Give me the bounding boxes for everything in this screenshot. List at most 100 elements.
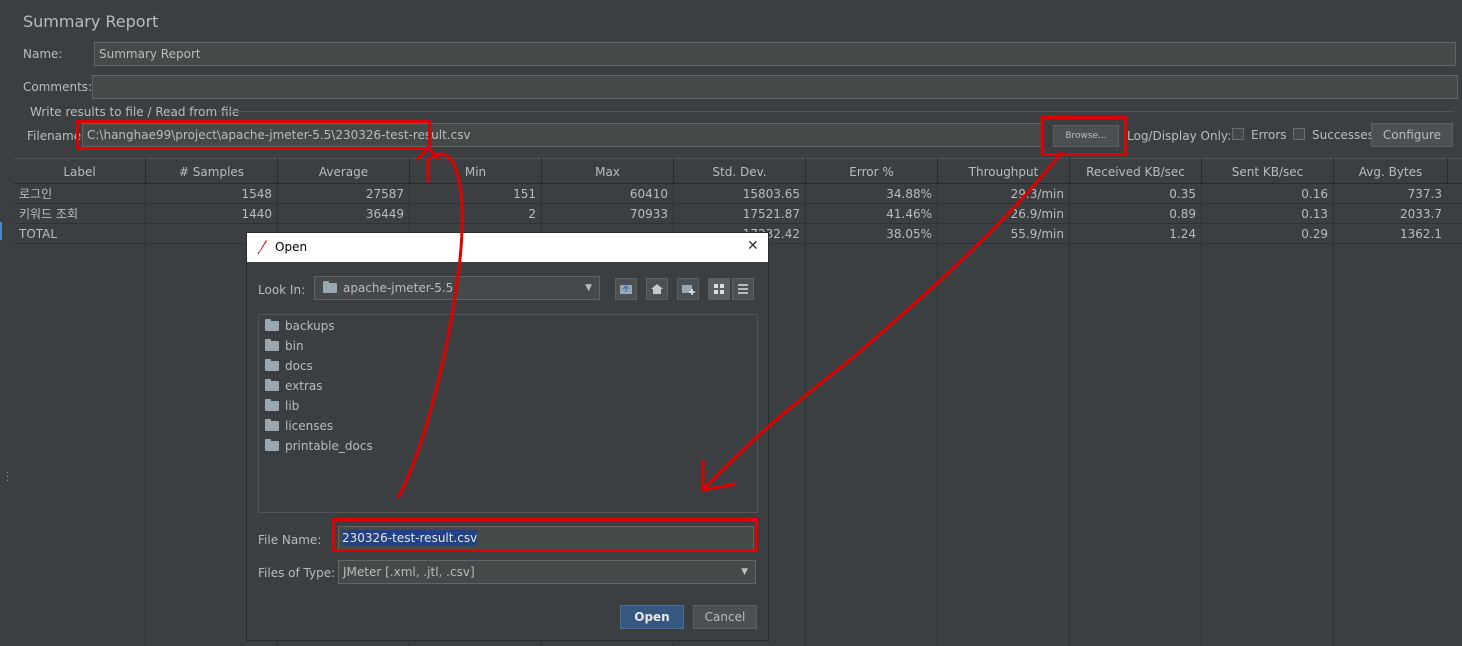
column-header[interactable]: Received KB/sec bbox=[1070, 158, 1202, 184]
table-cell: 36449 bbox=[365, 207, 404, 221]
folder-icon bbox=[265, 379, 279, 391]
table-cell: 키워드 조회 bbox=[19, 207, 79, 221]
open-dialog: Open ✕ Look In: apache-jmeter-5.5 ▼ back… bbox=[246, 232, 769, 641]
column-divider bbox=[1069, 184, 1070, 646]
table-cell: 27587 bbox=[365, 187, 404, 201]
comments-label: Comments: bbox=[23, 80, 93, 94]
folder-item[interactable]: docs bbox=[265, 356, 313, 376]
column-header[interactable]: Avg. Bytes bbox=[1334, 158, 1448, 184]
table-cell: 17521.87 bbox=[742, 207, 800, 221]
folder-name: printable_docs bbox=[285, 439, 373, 453]
table-cell: 1.24 bbox=[1169, 227, 1196, 241]
filename-field[interactable]: C:\hanghae99\project\apache-jmeter-5.5\2… bbox=[82, 123, 1042, 147]
table-row[interactable]: 로그인 1548 27587 151 60410 15803.65 34.88% 29.3/m… bbox=[14, 184, 1462, 204]
folder-name: extras bbox=[285, 379, 323, 393]
look-in-select[interactable]: apache-jmeter-5.5 ▼ bbox=[314, 276, 600, 300]
table-cell: 0.89 bbox=[1169, 207, 1196, 221]
folder-icon bbox=[265, 339, 279, 351]
table-cell: 2033.7 bbox=[1400, 207, 1442, 221]
dialog-titlebar: Open ✕ bbox=[247, 233, 768, 262]
comments-field[interactable] bbox=[92, 75, 1458, 99]
table-cell: TOTAL bbox=[19, 227, 58, 241]
file-name-input[interactable]: 230326-test-result.csv bbox=[338, 526, 754, 550]
column-header[interactable]: # Samples bbox=[146, 158, 278, 184]
browse-button[interactable]: Browse... bbox=[1053, 125, 1119, 147]
errors-checkbox[interactable] bbox=[1232, 128, 1244, 140]
details-view-icon[interactable] bbox=[732, 278, 754, 300]
table-cell: 15803.65 bbox=[742, 187, 800, 201]
table-cell: 34.88% bbox=[886, 187, 932, 201]
list-view-grid-icon[interactable] bbox=[708, 278, 730, 300]
folder-item[interactable]: printable_docs bbox=[265, 436, 373, 456]
column-header[interactable]: Error % bbox=[806, 158, 938, 184]
folder-name: lib bbox=[285, 399, 300, 413]
open-button[interactable]: Open bbox=[620, 605, 684, 629]
table-cell: 151 bbox=[513, 187, 536, 201]
folder-icon bbox=[265, 399, 279, 411]
name-field[interactable]: Summary Report bbox=[94, 42, 1456, 66]
folder-name: docs bbox=[285, 359, 313, 373]
splitter-grip-icon[interactable]: · · · bbox=[6, 469, 9, 487]
table-cell: 38.05% bbox=[886, 227, 932, 241]
table-cell: 26.9/min bbox=[1010, 207, 1064, 221]
folder-item[interactable]: backups bbox=[265, 316, 335, 336]
column-header[interactable]: Sent KB/sec bbox=[1202, 158, 1334, 184]
table-cell: 41.46% bbox=[886, 207, 932, 221]
jmeter-feather-icon bbox=[257, 240, 267, 255]
folder-icon bbox=[265, 419, 279, 431]
folder-name: licenses bbox=[285, 419, 334, 433]
file-list: backups bin docs extras lib licenses printable… bbox=[258, 314, 758, 513]
page-title: Summary Report bbox=[23, 12, 159, 31]
chevron-down-icon: ▼ bbox=[741, 567, 748, 577]
column-header[interactable]: Min bbox=[410, 158, 542, 184]
file-section-label: Write results to file / Read from file bbox=[30, 105, 240, 119]
table-cell: 2 bbox=[528, 207, 536, 221]
name-label: Name: bbox=[23, 47, 63, 61]
column-divider bbox=[937, 184, 938, 646]
table-cell: 1548 bbox=[241, 187, 272, 201]
column-header[interactable]: Max bbox=[542, 158, 674, 184]
column-divider bbox=[1333, 184, 1334, 646]
table-row[interactable]: 키워드 조회 1440 36449 2 70933 17521.87 41.46% 26.9/… bbox=[14, 204, 1462, 224]
files-of-type-label: Files of Type: bbox=[258, 566, 336, 580]
folder-icon bbox=[323, 281, 337, 293]
file-name-value: 230326-test-result.csv bbox=[342, 530, 478, 546]
chevron-down-icon: ▼ bbox=[585, 283, 592, 293]
table-cell: 55.9/min bbox=[1010, 227, 1064, 241]
home-icon[interactable] bbox=[646, 278, 668, 300]
column-header[interactable]: Label bbox=[14, 158, 146, 184]
column-header[interactable]: Throughput bbox=[938, 158, 1070, 184]
table-cell: 로그인 bbox=[19, 187, 53, 201]
up-folder-icon[interactable] bbox=[615, 278, 637, 300]
table-cell: 1362.1 bbox=[1400, 227, 1442, 241]
cancel-button[interactable]: Cancel bbox=[693, 605, 757, 629]
errors-label: Errors bbox=[1251, 128, 1287, 142]
successes-checkbox[interactable] bbox=[1293, 128, 1305, 140]
table-cell: 0.13 bbox=[1301, 207, 1328, 221]
configure-button[interactable]: Configure bbox=[1371, 123, 1453, 147]
folder-icon bbox=[265, 359, 279, 371]
folder-name: bin bbox=[285, 339, 304, 353]
table-cell: 0.16 bbox=[1301, 187, 1328, 201]
left-splitter-marker bbox=[0, 222, 2, 240]
dialog-title: Open bbox=[275, 240, 308, 254]
folder-item[interactable]: licenses bbox=[265, 416, 333, 436]
new-folder-icon[interactable] bbox=[677, 278, 699, 300]
table-cell: 737.3 bbox=[1407, 187, 1442, 201]
close-icon[interactable]: ✕ bbox=[747, 238, 759, 254]
folder-item[interactable]: bin bbox=[265, 336, 304, 356]
look-in-label: Look In: bbox=[258, 283, 306, 297]
files-of-type-select[interactable]: JMeter [.xml, .jtl, .csv] ▼ bbox=[338, 560, 756, 584]
table-cell: 0.35 bbox=[1169, 187, 1196, 201]
table-cell: 60410 bbox=[629, 187, 668, 201]
column-header[interactable]: Std. Dev. bbox=[674, 158, 806, 184]
file-name-label: File Name: bbox=[258, 533, 322, 547]
column-header[interactable]: Average bbox=[278, 158, 410, 184]
table-cell: 29.3/min bbox=[1010, 187, 1064, 201]
folder-icon bbox=[265, 439, 279, 451]
filename-label: Filename bbox=[27, 129, 82, 143]
folder-item[interactable]: lib bbox=[265, 396, 299, 416]
successes-label: Successes bbox=[1312, 128, 1374, 142]
folder-name: backups bbox=[285, 319, 335, 333]
folder-item[interactable]: extras bbox=[265, 376, 323, 396]
